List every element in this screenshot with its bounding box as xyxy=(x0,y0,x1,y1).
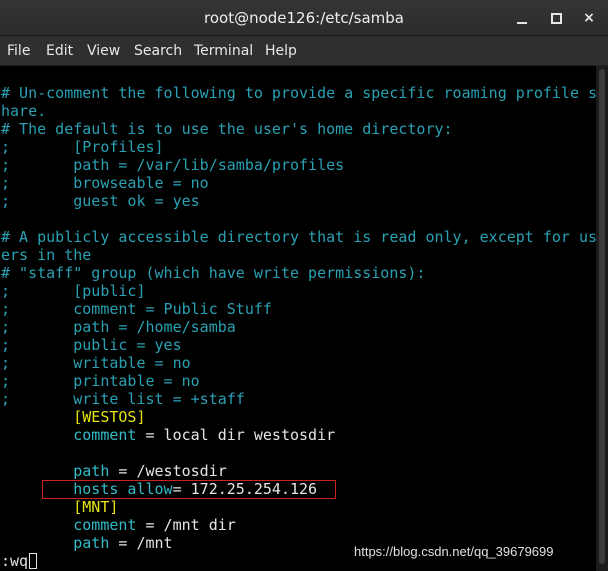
text-line: # The default is to use the user's home … xyxy=(1,120,453,138)
setting-key: comment xyxy=(73,426,137,444)
text-line: path = /mnt xyxy=(1,534,173,552)
text-line: ; writable = no xyxy=(1,354,191,372)
vertical-scrollbar[interactable] xyxy=(596,66,608,571)
comment-text: ; path = /var/lib/samba/profiles xyxy=(1,156,345,174)
setting-value: = /mnt xyxy=(109,534,173,552)
comment-text: ; public = yes xyxy=(1,336,182,354)
comment-text: hare. xyxy=(1,102,47,120)
text-line: ; public = yes xyxy=(1,336,182,354)
minimize-icon xyxy=(517,22,527,24)
text-line: path = /westosdir xyxy=(1,462,227,480)
setting-key: comment xyxy=(73,516,137,534)
text-line: ; printable = no xyxy=(1,372,200,390)
setting-value: = local dir westosdir xyxy=(136,426,336,444)
maximize-button[interactable] xyxy=(545,7,567,29)
text-line: # Un-comment the following to provide a … xyxy=(1,84,596,102)
text-line: # "staff" group (which have write permis… xyxy=(1,264,425,282)
text-line: ; comment = Public Stuff xyxy=(1,300,272,318)
comment-text: ; guest ok = yes xyxy=(1,192,200,210)
menu-terminal[interactable]: Terminal xyxy=(194,36,253,66)
setting-value: = /westosdir xyxy=(109,462,227,480)
text-line: [WESTOS] xyxy=(1,408,146,426)
text-line: # A publicly accessible directory that i… xyxy=(1,228,596,246)
menu-help[interactable]: Help xyxy=(265,36,297,66)
comment-text: ; comment = Public Stuff xyxy=(1,300,272,318)
comment-text: ; write list = +staff xyxy=(1,390,245,408)
comment-text: ; writable = no xyxy=(1,354,191,372)
text-line: ; path = /home/samba xyxy=(1,318,236,336)
section-header: [MNT] xyxy=(73,498,119,516)
comment-text: ; printable = no xyxy=(1,372,200,390)
comment-text: ers in the xyxy=(1,246,92,264)
text-line: [MNT] xyxy=(1,498,118,516)
close-button[interactable]: × xyxy=(578,7,600,29)
text-line: comment = /mnt dir xyxy=(1,516,236,534)
comment-text: ; path = /home/samba xyxy=(1,318,236,336)
menu-file[interactable]: File xyxy=(7,36,30,66)
comment-text: ; [Profiles] xyxy=(1,138,164,156)
text-line: ; [public] xyxy=(1,282,146,300)
command-text: :wq xyxy=(1,552,29,570)
setting-key: path xyxy=(73,462,110,480)
vim-command-line[interactable]: :wq xyxy=(1,552,38,570)
comment-text: # "staff" group (which have write permis… xyxy=(1,264,426,282)
comment-text: # The default is to use the user's home … xyxy=(1,120,453,138)
setting-key: path xyxy=(73,534,110,552)
watermark: https://blog.csdn.net/qq_39679699 xyxy=(354,544,554,559)
comment-text: ; browseable = no xyxy=(1,174,209,192)
title-bar[interactable]: root@node126:/etc/samba × xyxy=(0,0,608,36)
comment-text: # Un-comment the following to provide a … xyxy=(1,84,596,102)
text-cursor xyxy=(29,553,38,569)
setting-value: = /mnt dir xyxy=(136,516,236,534)
text-line: hare. xyxy=(1,102,46,120)
menu-search[interactable]: Search xyxy=(134,36,182,66)
comment-text: ; [public] xyxy=(1,282,146,300)
text-line: ; guest ok = yes xyxy=(1,192,200,210)
text-line: ; write list = +staff xyxy=(1,390,245,408)
close-icon: × xyxy=(583,10,595,26)
terminal-window: root@node126:/etc/samba × File Edit View… xyxy=(0,0,608,571)
comment-text: # A publicly accessible directory that i… xyxy=(1,228,596,246)
scrollbar-thumb[interactable] xyxy=(599,69,605,564)
text-line: ; browseable = no xyxy=(1,174,209,192)
section-header: [WESTOS] xyxy=(73,408,146,426)
menu-bar: File Edit View Search Terminal Help xyxy=(0,36,608,66)
text-line: ers in the xyxy=(1,246,91,264)
text-line: ; path = /var/lib/samba/profiles xyxy=(1,156,344,174)
maximize-icon xyxy=(551,13,562,24)
hosts-allow-highlight xyxy=(42,480,336,499)
text-line: ; [Profiles] xyxy=(1,138,164,156)
menu-view[interactable]: View xyxy=(87,36,120,66)
menu-edit[interactable]: Edit xyxy=(46,36,73,66)
minimize-button[interactable] xyxy=(512,7,534,29)
text-line: comment = local dir westosdir xyxy=(1,426,335,444)
